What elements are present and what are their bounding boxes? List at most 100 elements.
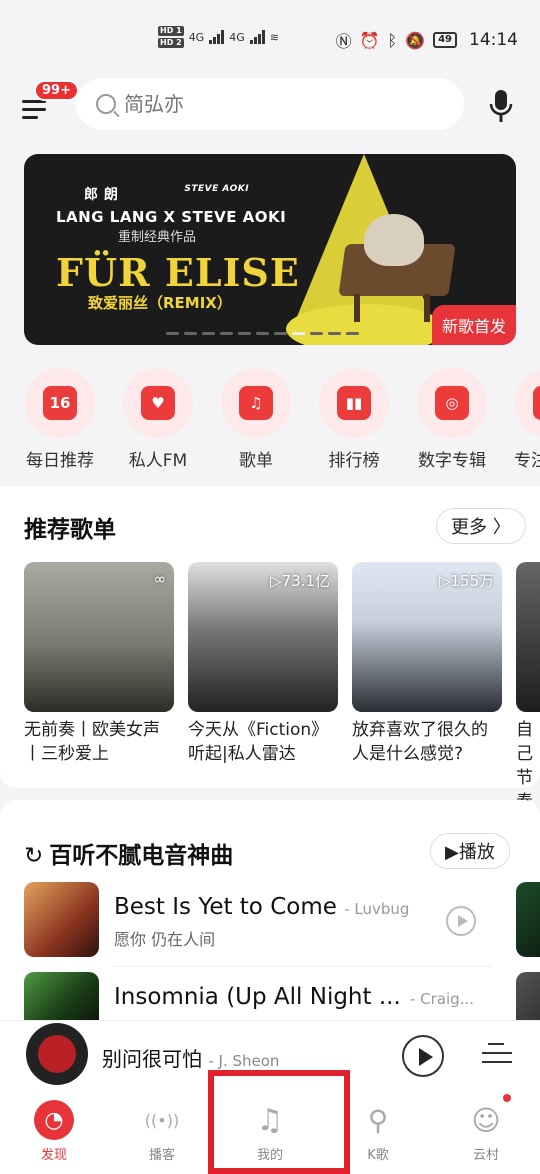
battery-icon: 49 [433,32,457,48]
playlist-cover: ▷73.1亿 [188,562,338,712]
tab-community[interactable]: ☺ 云村 [436,1100,536,1164]
tab-discover[interactable]: ◔ 发现 [4,1100,104,1163]
divider [114,966,492,967]
tab-label: 播客 [148,1148,175,1163]
song-subtitle: 愿你 仍在人间 [114,930,216,949]
hd-icon: HD 1 HD 2 [158,26,184,48]
signal-icon [209,30,225,44]
nav-label: 数字专辑 [418,451,486,471]
playlist-title: 今天从《Fiction》听起|私人雷达 [188,720,329,764]
playlist-card[interactable]: 自己节奏 [516,562,540,814]
focus-icon [533,386,540,420]
banner-title: FÜR ELISE [56,250,300,295]
banner-artist-cn: 郎 朗 [84,187,119,203]
now-playing: 别问很可怕 - J. Sheon [102,1043,279,1072]
banner-subtitle: 重制经典作品 [118,230,197,245]
now-playing-title: 别问很可怕 [102,1047,202,1071]
system-indicators: Ⓝ ⏰ ᛒ 🔕 49 14:14 [336,28,518,52]
tab-label: 云村 [472,1148,499,1163]
playlist-cover: ∞ [24,562,174,712]
nav-digital-album[interactable]: ◎ 数字专辑 [402,368,502,471]
microphone-icon[interactable] [488,88,514,124]
playlist-cover: ▷155万 [352,562,502,712]
steve-aoki-logo: STEVE AOKI [184,184,250,194]
album-icon: ◎ [435,386,469,420]
now-playing-artist: - J. Sheon [208,1052,280,1070]
radio-icon: ♥ [141,386,175,420]
tab-label: 发现 [40,1148,67,1163]
playlist-icon: ♫ [239,386,273,420]
network-label: 4G [188,30,205,44]
nav-label: 每日推荐 [26,451,94,471]
song-title: Best Is Yet to Come [114,894,337,920]
song-row[interactable]: Best Is Yet to Come - Luvbug 愿你 仍在人间 [24,882,540,958]
section-title-row: ↻ 百听不腻电音神曲 [24,836,233,870]
search-input[interactable] [124,92,424,116]
playlist-card[interactable]: ∞ 无前奏丨欧美女声丨三秒爱上 [24,562,174,766]
piano-leg [424,294,430,322]
playlist-queue-icon[interactable] [482,1039,514,1069]
song-cover [24,882,99,957]
chart-icon: ▮▮ [337,386,371,420]
play-pause-button[interactable] [402,1035,444,1077]
podcast-icon: ((•)) [144,1110,180,1130]
promo-banner[interactable]: 郎 朗 STEVE AOKI LANG LANG X STEVE AOKI 重制经… [24,154,516,345]
calendar-icon: 16 [43,386,77,420]
playlist-card[interactable]: ▷155万 放弃喜欢了很久的人是什么感觉? [352,562,502,766]
nav-label: 专注 [514,451,540,471]
tab-podcast[interactable]: ((•)) 播客 [112,1100,212,1164]
playlist-card[interactable]: ▷73.1亿 今天从《Fiction》听起|私人雷达 [188,562,338,766]
banner-artists: 郎 朗 STEVE AOKI LANG LANG X STEVE AOKI [56,184,286,226]
community-icon: ☺ [471,1103,501,1137]
play-icon[interactable] [446,906,476,936]
banner-pagination [166,332,359,335]
network-label-2: 4G [229,30,245,44]
playlist-cover [516,562,540,712]
refresh-icon[interactable]: ↻ [24,843,43,869]
notification-dot [503,1094,511,1102]
more-button[interactable]: 更多 〉 [436,508,526,544]
notification-badge: 99+ [34,80,79,101]
search-icon [96,94,116,114]
nav-daily-recommend[interactable]: 16 每日推荐 [10,368,110,471]
nav-label: 歌单 [239,451,273,471]
bluetooth-icon: ᛒ [387,30,398,50]
nfc-icon: Ⓝ [335,32,352,51]
search-bar[interactable] [76,78,464,130]
song-title-line: Best Is Yet to Come - Luvbug [114,894,409,920]
mute-icon: 🔕 [405,30,426,50]
wifi-icon: ≋ [269,30,279,44]
playlist-title: 无前奏丨欧美女声丨三秒爱上 [24,720,160,764]
piano-leg [354,294,360,322]
song-title-line: Insomnia (Up All Night ... - Craig... [114,984,474,1010]
alarm-icon: ⏰ [359,30,380,50]
play-count: ▷73.1亿 [270,572,330,590]
status-bar: HD 1 HD 2 4G 4G ≋ Ⓝ ⏰ ᛒ 🔕 49 14:14 [0,0,540,78]
karaoke-mic-icon: ⚲ [367,1103,389,1137]
banner-artists-en: LANG LANG X STEVE AOKI [56,208,287,226]
song-artist: - Luvbug [344,900,410,918]
banner-title-cn: 致爱丽丝（REMIX） [88,294,232,312]
clock: 14:14 [469,30,518,50]
nav-focus[interactable]: 专注 [500,368,540,471]
section-title: 推荐歌单 [24,517,116,543]
loop-icon: ∞ [153,570,167,588]
play-all-button[interactable]: ▶播放 [430,833,510,869]
banner-tag: 新歌首发 [431,305,516,345]
song-title: Insomnia (Up All Night ... [114,984,401,1010]
nav-charts[interactable]: ▮▮ 排行榜 [304,368,404,471]
nav-label: 排行榜 [328,451,380,471]
nav-playlists[interactable]: ♫ 歌单 [206,368,306,471]
quick-nav: 16 每日推荐 ♥ 私人FM ♫ 歌单 ▮▮ 排行榜 ◎ 数字专辑 专注 [0,368,540,478]
recommended-playlists-section: 推荐歌单 更多 〉 ∞ 无前奏丨欧美女声丨三秒爱上 ▷73.1亿 今天从《Fic… [0,486,540,812]
highlight-box [208,1070,350,1174]
section-title: 百听不腻电音神曲 [49,843,234,869]
song-cover-next[interactable] [516,882,540,957]
playlist-title: 放弃喜欢了很久的人是什么感觉? [352,720,488,764]
nav-private-fm[interactable]: ♥ 私人FM [108,368,208,471]
netease-logo-icon: ◔ [34,1100,74,1140]
nav-label: 私人FM [128,451,188,471]
pianist-illustration [364,214,424,266]
album-disc[interactable] [26,1023,88,1085]
song-artist: - Craig... [410,990,475,1008]
